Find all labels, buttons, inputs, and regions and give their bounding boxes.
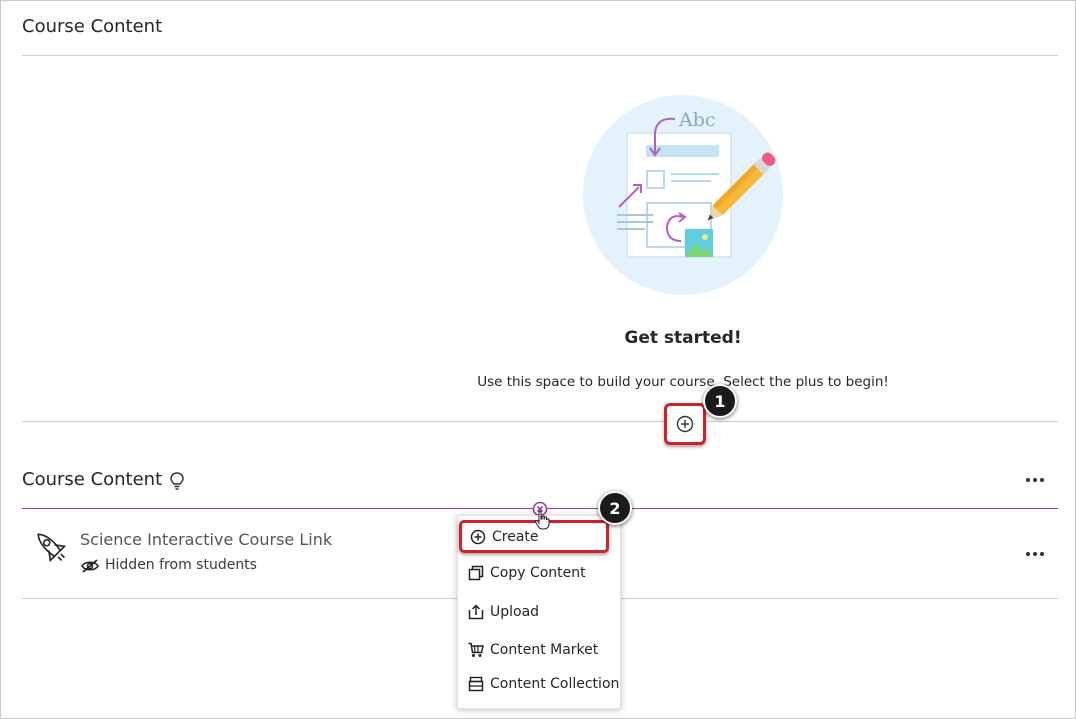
get-started-illustration: Abc [583, 95, 783, 295]
eye-slash-icon [81, 559, 99, 573]
cart-icon [467, 641, 485, 659]
hand-cursor-icon [534, 510, 550, 530]
copy-icon [467, 564, 485, 582]
collection-icon [467, 675, 485, 693]
illustration-abc-label: Abc [678, 109, 716, 131]
menu-item-copy-content[interactable]: Copy Content [458, 558, 620, 588]
rocket-link-icon [37, 533, 67, 563]
menu-item-content-collection[interactable]: Content Collection [458, 669, 620, 699]
page-title: Course Content [22, 16, 163, 37]
divider [22, 421, 1058, 422]
menu-item-label: Create [492, 528, 539, 545]
plus-circle-icon [676, 415, 694, 433]
menu-item-label: Content Collection [490, 676, 620, 692]
content-item-title[interactable]: Science Interactive Course Link [80, 530, 332, 549]
menu-item-label: Upload [490, 604, 540, 620]
menu-item-label: Content Market [490, 642, 599, 658]
empty-state-description: Use this space to build your course. Sel… [477, 374, 889, 390]
more-options-icon[interactable] [1021, 471, 1049, 489]
more-options-icon[interactable] [1021, 545, 1049, 563]
empty-state-heading: Get started! [624, 328, 742, 348]
visibility-status[interactable]: Hidden from students [105, 557, 257, 573]
add-content-button[interactable] [664, 403, 706, 445]
add-content-menu: Create Copy Content Upload Content Marke… [457, 515, 621, 709]
plus-circle-icon [469, 528, 487, 546]
lightbulb-icon[interactable] [168, 471, 186, 491]
section-title: Course Content [22, 469, 163, 490]
menu-item-label: Copy Content [490, 565, 586, 581]
step-callout-2: 2 [598, 491, 632, 525]
menu-item-content-market[interactable]: Content Market [458, 635, 620, 665]
step-callout-1: 1 [703, 384, 737, 418]
menu-item-upload[interactable]: Upload [458, 597, 620, 627]
course-page: Course Content Abc Get started! Use this… [0, 0, 1076, 719]
divider [22, 55, 1058, 56]
upload-icon [467, 603, 485, 621]
